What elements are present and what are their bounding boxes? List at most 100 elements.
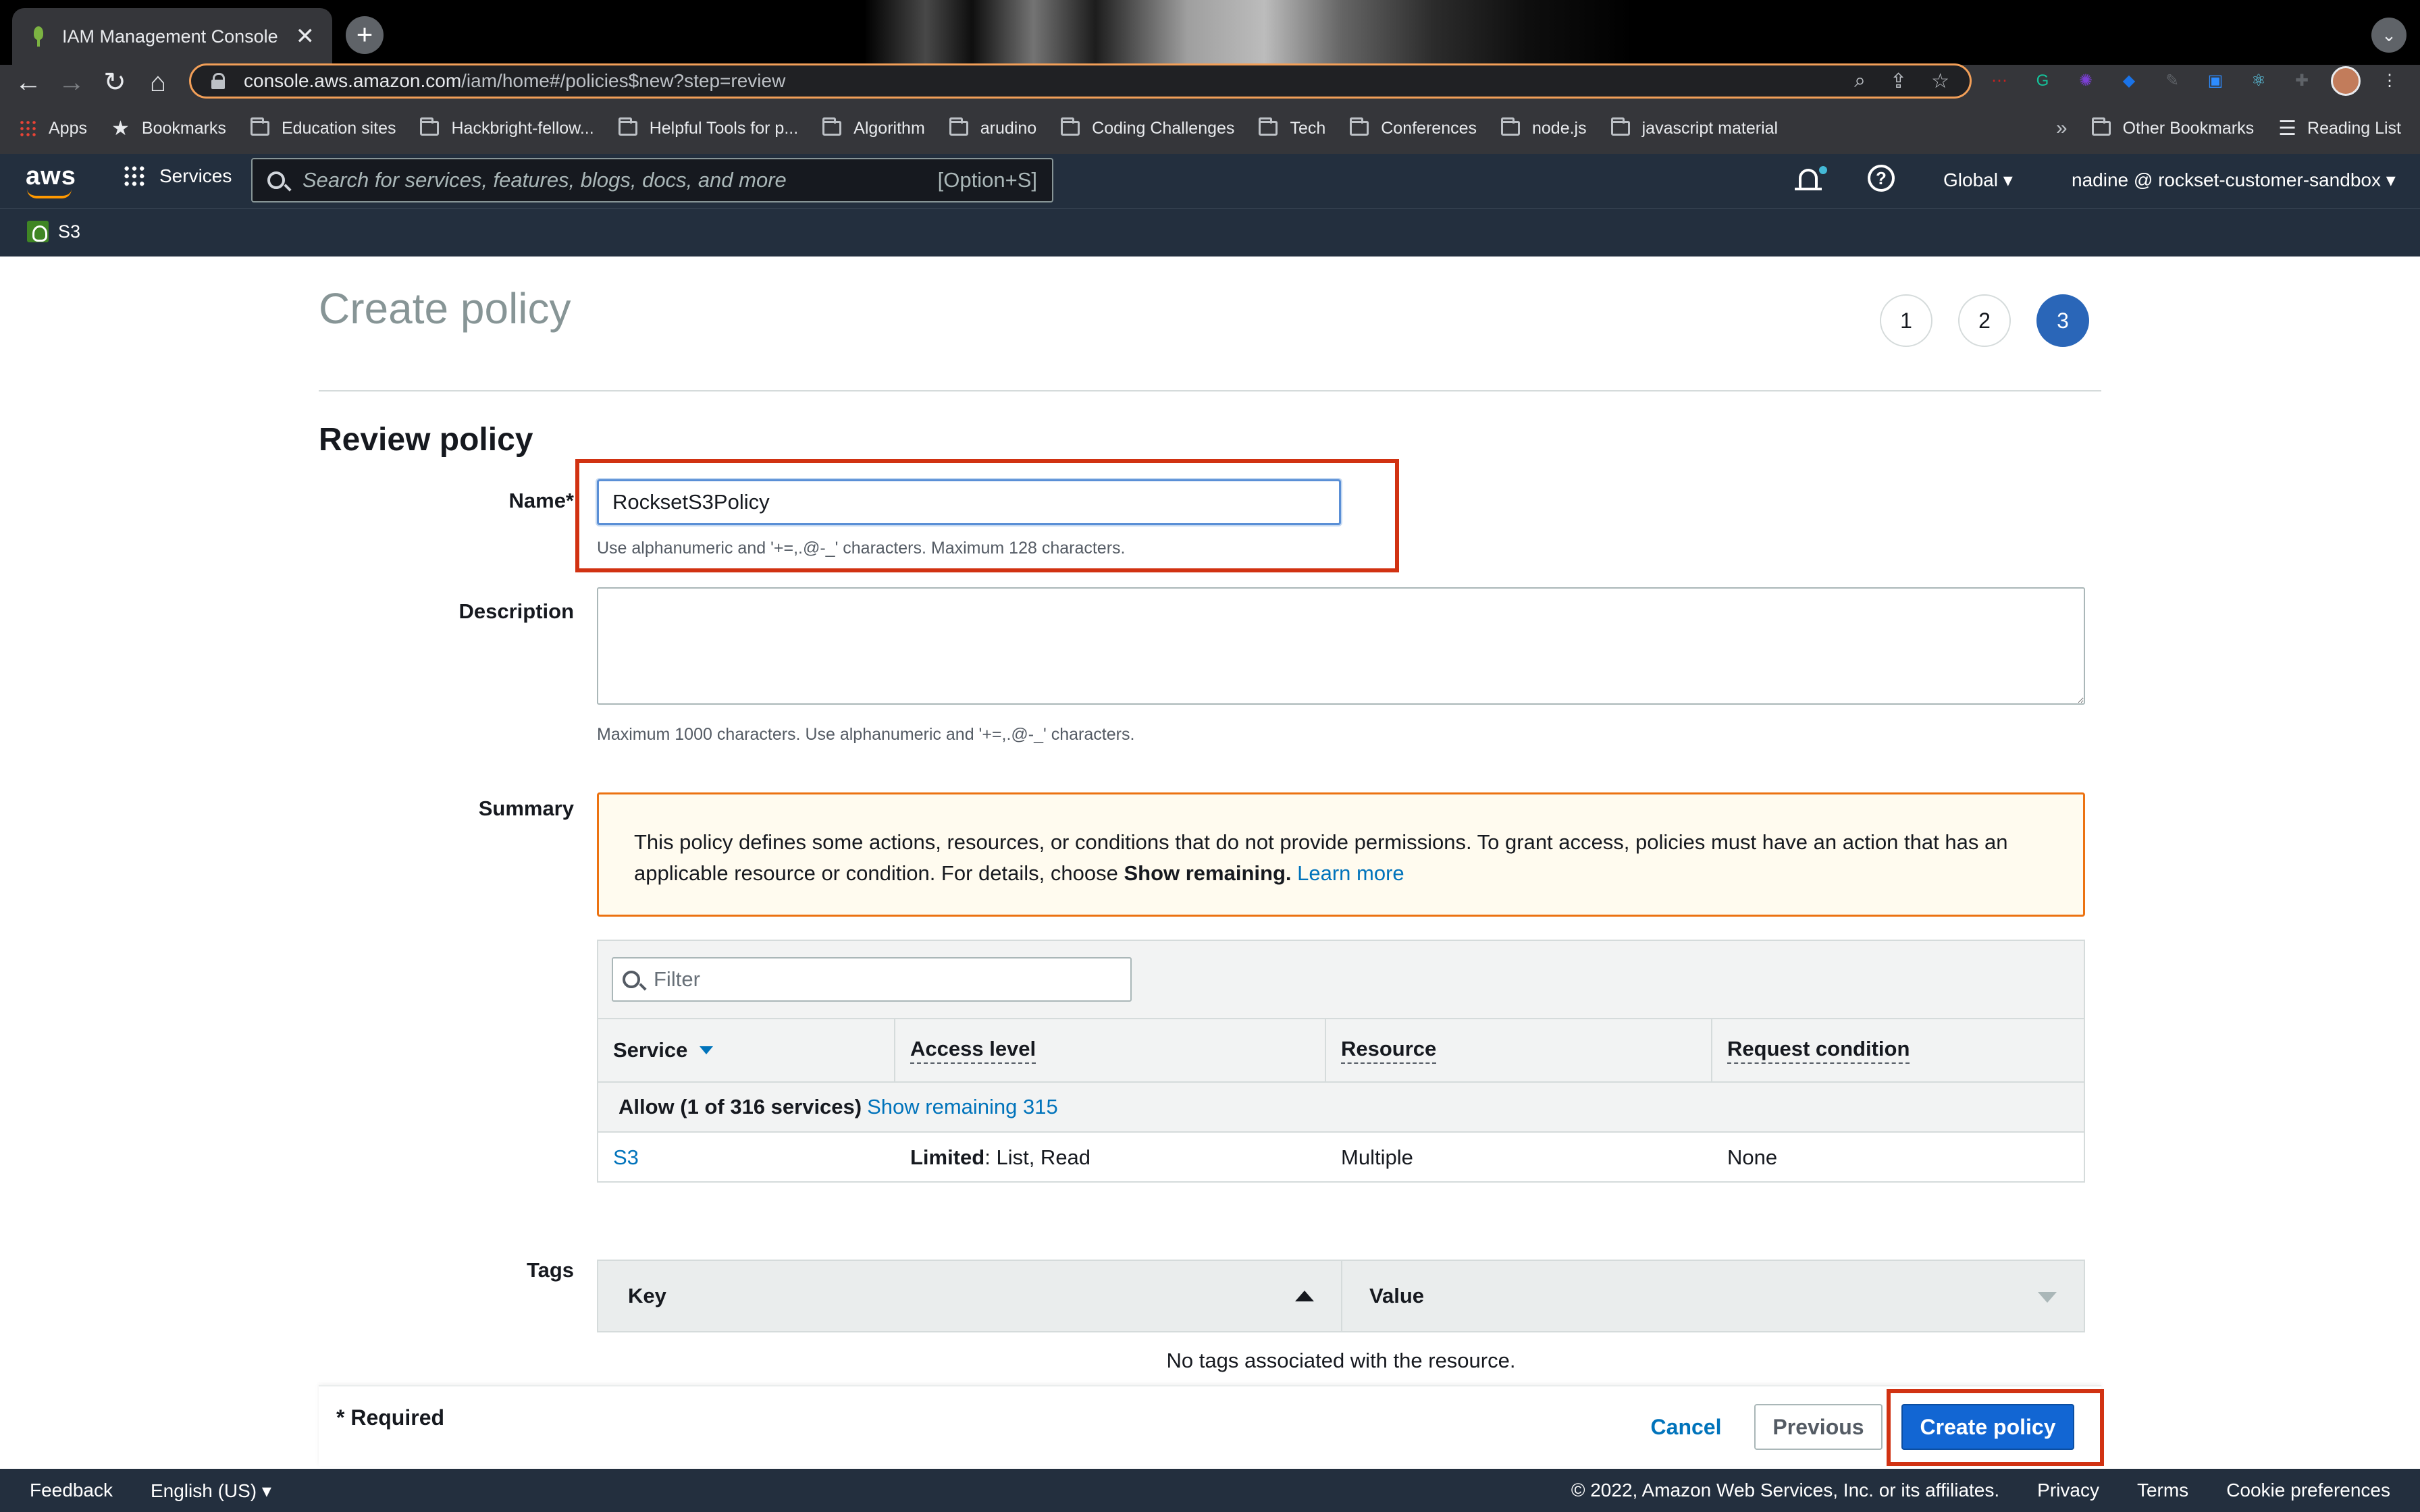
- tags-column-key[interactable]: Key: [598, 1261, 1342, 1331]
- tab-close-icon[interactable]: ✕: [296, 25, 315, 48]
- extension-icon-1[interactable]: ⋯: [1985, 67, 2014, 95]
- forward-arrow-icon[interactable]: →: [51, 65, 92, 100]
- sort-ascending-icon: [1295, 1291, 1314, 1301]
- reading-list[interactable]: ☰ Reading List: [2278, 117, 2401, 140]
- help-icon[interactable]: ?: [1868, 165, 1895, 192]
- no-tags-message: No tags associated with the resource.: [1166, 1349, 1516, 1372]
- filter-input[interactable]: [654, 967, 1121, 992]
- extension-icon-3[interactable]: ✺: [2072, 67, 2100, 95]
- tab-search-chevron-icon[interactable]: ⌄: [2371, 18, 2406, 53]
- aws-logo[interactable]: aws: [26, 162, 76, 198]
- services-label: Services: [159, 165, 232, 186]
- iam-favicon-icon: [30, 26, 47, 47]
- region-selector[interactable]: Global ▾: [1943, 169, 2013, 191]
- request-condition-cell: None: [1727, 1145, 1778, 1169]
- zoom-icon[interactable]: ⌕: [1854, 70, 1866, 93]
- pen-icon[interactable]: ✎: [2158, 67, 2186, 95]
- services-menu-button[interactable]: Services: [123, 165, 232, 188]
- bookmark-item-apps[interactable]: Apps: [19, 119, 87, 138]
- previous-button[interactable]: Previous: [1754, 1404, 1883, 1450]
- grammarly-icon[interactable]: G: [2028, 67, 2057, 95]
- cookie-preferences-link[interactable]: Cookie preferences: [2226, 1480, 2390, 1501]
- summary-label: Summary: [478, 796, 574, 820]
- tags-column-value[interactable]: Value: [1342, 1261, 2084, 1331]
- address-bar[interactable]: console.aws.amazon.com/iam/home#/policie…: [189, 63, 1972, 99]
- extension-icon-4[interactable]: ◆: [2115, 67, 2143, 95]
- bookmark-item-conferences[interactable]: Conferences: [1350, 117, 1477, 138]
- folder-icon: [420, 117, 440, 136]
- column-service[interactable]: Service: [598, 1019, 895, 1081]
- back-arrow-icon[interactable]: ←: [8, 65, 49, 100]
- column-resource-label: Resource: [1341, 1037, 1437, 1064]
- bookmark-item-javascript-material[interactable]: javascript material: [1610, 117, 1779, 138]
- console-footer: Feedback English (US) ▾ © 2022, Amazon W…: [0, 1469, 2420, 1512]
- lock-icon[interactable]: [211, 73, 225, 89]
- resource-cell: Multiple: [1341, 1145, 1413, 1169]
- wizard-steps: 1 2 3: [1880, 294, 2089, 347]
- share-icon[interactable]: ⇪: [1890, 70, 1907, 93]
- tabstrip-background-image: [864, 0, 1634, 65]
- folder-icon: [250, 117, 269, 136]
- bookmark-item-bookmarks[interactable]: ★ Bookmarks: [111, 117, 226, 140]
- learn-more-link[interactable]: Learn more: [1297, 861, 1404, 885]
- extension-toolbar: ⋯ G ✺ ◆ ✎ ▣ ⚛ ✚ ⋮: [1985, 66, 2404, 96]
- other-bookmarks[interactable]: Other Bookmarks: [2091, 117, 2254, 138]
- privacy-link[interactable]: Privacy: [2037, 1480, 2099, 1501]
- language-selector[interactable]: English (US) ▾: [151, 1480, 271, 1502]
- bookmark-item-algorithm[interactable]: Algorithm: [822, 117, 925, 138]
- bookmark-item-coding-challenges[interactable]: Coding Challenges: [1061, 117, 1234, 138]
- bookmark-label: Apps: [49, 118, 87, 138]
- column-service-label: Service: [613, 1038, 688, 1062]
- terms-link[interactable]: Terms: [2137, 1480, 2188, 1501]
- bookmark-star-icon[interactable]: ☆: [1931, 70, 1949, 93]
- bookmarks-overflow-button[interactable]: »: [2056, 117, 2068, 140]
- bookmark-item-tech[interactable]: Tech: [1259, 117, 1325, 138]
- reading-list-label: Reading List: [2307, 118, 2401, 138]
- wizard-step-2[interactable]: 2: [1958, 294, 2011, 347]
- profile-avatar[interactable]: [2331, 66, 2361, 96]
- search-shortcut-hint: [Option+S]: [937, 168, 1037, 192]
- react-devtools-icon[interactable]: ⚛: [2244, 67, 2273, 95]
- home-icon[interactable]: ⌂: [138, 65, 178, 100]
- aws-search-input[interactable]: Search for services, features, blogs, do…: [251, 158, 1053, 202]
- cancel-button[interactable]: Cancel: [1635, 1404, 1737, 1450]
- folder-icon: [1259, 117, 1278, 136]
- address-url[interactable]: console.aws.amazon.com/iam/home#/policie…: [244, 70, 1854, 92]
- notifications-bell-icon[interactable]: [1793, 166, 1827, 196]
- folder-icon: [1061, 117, 1080, 136]
- bookmark-label: javascript material: [1641, 118, 1779, 138]
- service-s3-link[interactable]: S3: [613, 1145, 639, 1169]
- notification-dot: [1819, 166, 1827, 174]
- bookmark-item-arudino[interactable]: arudino: [949, 117, 1036, 138]
- sort-caret-down-icon: [2038, 1292, 2057, 1303]
- new-tab-button[interactable]: +: [346, 16, 384, 54]
- summary-warning-alert: This policy defines some actions, resour…: [597, 792, 2085, 917]
- folder-icon: [1610, 117, 1630, 136]
- reload-icon[interactable]: ↻: [95, 65, 135, 100]
- browser-tab-iam[interactable]: IAM Management Console ✕: [12, 8, 332, 65]
- double-chevron-icon: »: [2055, 117, 2068, 139]
- section-title: Review policy: [319, 422, 533, 458]
- policy-description-input[interactable]: [597, 587, 2085, 705]
- bookmark-item-helpful-tools-for-p[interactable]: Helpful Tools for p...: [618, 117, 798, 138]
- name-hint: Use alphanumeric and '+=,.@-_' character…: [597, 539, 1126, 558]
- zoom-extension-icon[interactable]: ▣: [2201, 67, 2230, 95]
- wizard-step-3: 3: [2036, 294, 2089, 347]
- puzzle-icon[interactable]: ✚: [2288, 67, 2316, 95]
- favorite-s3[interactable]: S3: [27, 221, 80, 242]
- apps-grid-icon: [19, 119, 36, 137]
- column-request-condition: Request condition: [1712, 1019, 2084, 1081]
- feedback-link[interactable]: Feedback: [30, 1480, 113, 1502]
- show-remaining-link[interactable]: Show remaining 315: [867, 1095, 1058, 1119]
- bookmark-item-node-js[interactable]: node.js: [1501, 117, 1587, 138]
- footer-left: Feedback English (US) ▾: [30, 1480, 271, 1502]
- bookmark-item-education-sites[interactable]: Education sites: [250, 117, 396, 138]
- bookmark-item-hackbright-fellow[interactable]: Hackbright-fellow...: [420, 117, 594, 138]
- warning-bold-text: Show remaining.: [1124, 861, 1292, 885]
- wizard-step-1[interactable]: 1: [1880, 294, 1932, 347]
- browser-menu-icon[interactable]: ⋮: [2375, 67, 2404, 95]
- filter-box[interactable]: [612, 957, 1132, 1002]
- account-menu[interactable]: nadine @ rockset-customer-sandbox ▾: [2072, 169, 2396, 191]
- browser-tab-strip: IAM Management Console ✕ + ⌄: [0, 0, 2420, 65]
- policy-name-input[interactable]: [597, 479, 1341, 525]
